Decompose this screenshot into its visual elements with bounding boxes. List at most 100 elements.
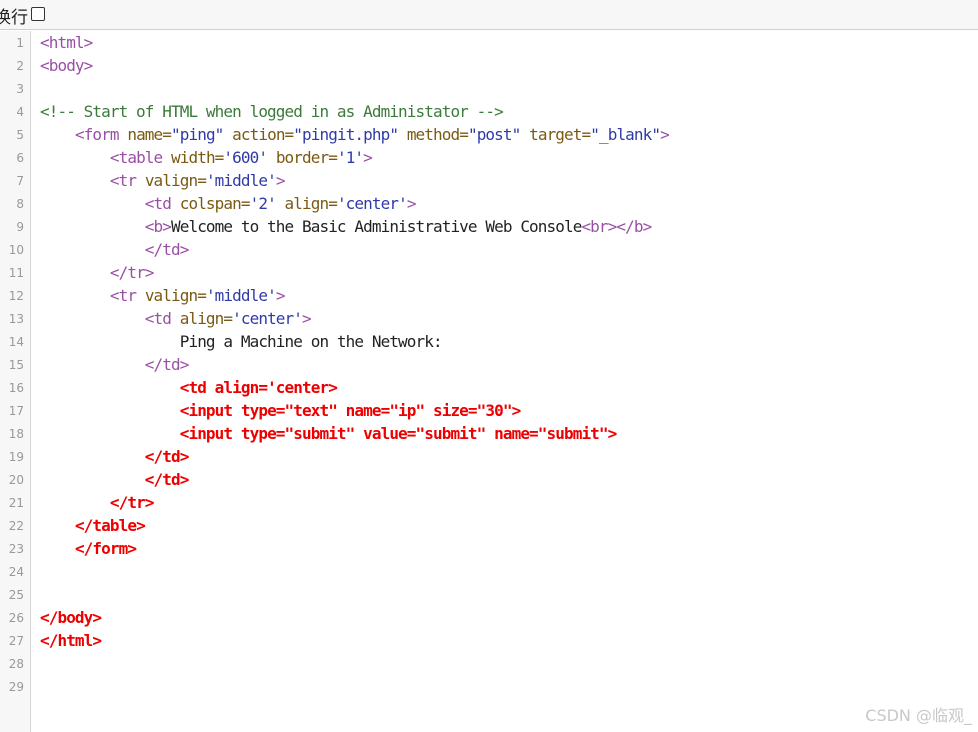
code-line: 10 </td> [0,238,978,261]
line-number: 13 [8,312,24,326]
line-number: 16 [8,381,24,395]
line-number: 9 [16,220,24,234]
code-token: </td> [144,447,190,466]
line-number: 3 [16,82,24,96]
code-line: 15 </td> [0,353,978,376]
code-token: </body> [40,608,102,627]
code-line: 16 <td align='center> [0,376,978,399]
code-token: valign= [144,286,207,305]
line-number: 24 [8,565,24,579]
code-line: 29 [0,675,978,698]
code-token: <br></b> [581,217,652,236]
code-token: method= [406,125,469,144]
code-text: <!-- Start of HTML when logged in as Adm… [40,100,504,123]
code-token: </td> [144,240,190,259]
line-number: 25 [8,588,24,602]
code-token: <input type="submit" value="submit" name… [179,424,618,443]
line-number: 15 [8,358,24,372]
code-text: <input type="submit" value="submit" name… [40,422,618,445]
code-token: action= [232,125,294,144]
line-number: 10 [8,243,24,257]
code-token: align= [179,309,233,328]
code-text: </table> [40,514,146,537]
code-line: 14 Ping a Machine on the Network: [0,330,978,353]
code-token: > [275,171,286,190]
code-token: 'middle' [205,286,277,305]
code-token: 'center' [232,309,303,328]
code-line: 24 [0,560,978,583]
line-number: 20 [8,473,24,487]
code-token: <!-- Start of HTML when logged in as Adm… [40,102,504,121]
line-number: 26 [8,611,24,625]
code-token: > [660,125,670,144]
code-token: </td> [144,470,190,489]
line-number: 21 [8,496,24,510]
code-token: > [363,148,373,167]
code-line: 7 <tr valign='middle'> [0,169,978,192]
line-number: 11 [8,266,24,280]
code-token: '600' [223,148,268,167]
code-token: <tr [109,286,145,305]
code-text: </html> [40,629,102,652]
code-line: 22 </table> [0,514,978,537]
code-text: <tr valign='middle'> [40,284,286,307]
code-token: '1' [336,148,364,167]
code-text: </tr> [40,491,155,514]
code-text: <td align='center> [40,376,338,399]
code-token: <form [74,125,128,144]
line-number: 7 [16,174,24,188]
code-text: <input type="text" name="ip" size="30"> [40,399,521,422]
code-text: <form name="ping" action="pingit.php" me… [40,123,670,146]
code-line: 1 <html> [0,31,978,54]
code-token: width= [171,148,224,167]
code-line: 23 </form> [0,537,978,560]
code-text: <b>Welcome to the Basic Administrative W… [40,215,652,238]
code-editor[interactable]: 1 <html> 2 <body> 3 4 <!-- Start of HTML when … [0,31,978,732]
code-text: </tr> [40,261,155,284]
code-token: </html> [40,631,102,650]
line-number: 23 [8,542,24,556]
line-number: 18 [8,427,24,441]
code-text: <html> [40,31,93,54]
code-token: </tr> [109,493,155,512]
code-line: 5 <form name="ping" action="pingit.php" … [0,123,978,146]
code-text: <td align='center'> [40,307,312,330]
code-line: 19 </td> [0,445,978,468]
editor-toolbar: 换行 [0,0,978,30]
code-token: align= [284,194,338,213]
code-token: <b> [144,217,172,236]
code-token: <table [109,148,172,167]
code-text: </body> [40,606,102,629]
code-token: <td align='center> [179,378,338,397]
code-token: > [302,309,312,328]
code-token: </form> [74,539,137,558]
code-line: 12 <tr valign='middle'> [0,284,978,307]
code-line: 18 <input type="submit" value="submit" n… [0,422,978,445]
line-number: 22 [8,519,24,533]
code-line: 28 [0,652,978,675]
code-text: Ping a Machine on the Network: [40,330,443,353]
code-token: </tr> [109,263,155,282]
code-token: "ping" [171,125,224,144]
line-number: 2 [16,59,24,73]
code-token: valign= [144,171,207,190]
code-line: 4 <!-- Start of HTML when logged in as Ad… [0,100,978,123]
code-line: 11 </tr> [0,261,978,284]
wrap-checkbox[interactable] [31,7,45,21]
code-text: <tr valign='middle'> [40,169,286,192]
code-token: <body> [40,56,93,75]
